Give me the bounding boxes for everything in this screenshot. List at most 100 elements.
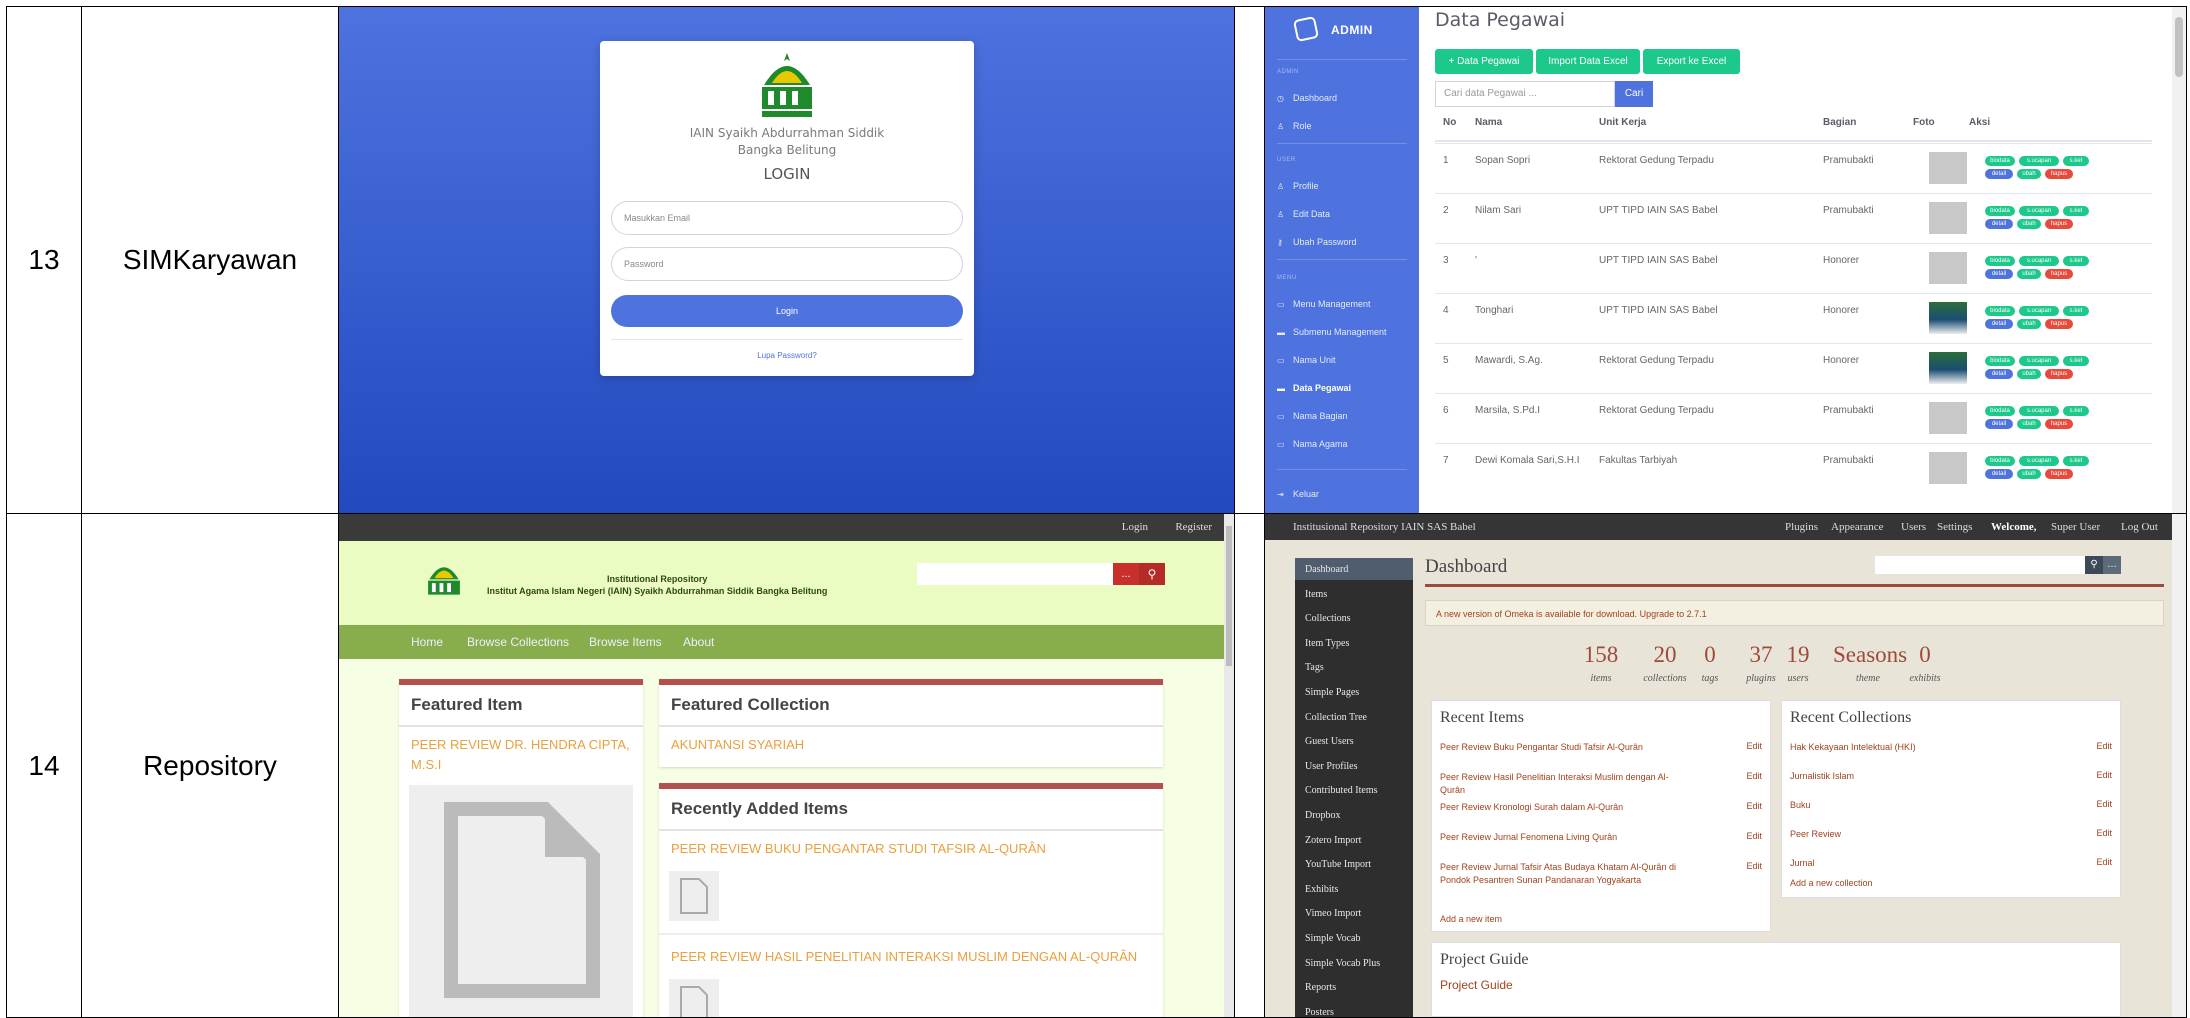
hapus-badge[interactable]: hapus <box>2045 219 2073 229</box>
stat[interactable]: 19 users <box>1783 642 1813 686</box>
sidebar-item-menu[interactable]: ▭ Menu Management <box>1277 299 1371 309</box>
project-guide-link[interactable]: Project Guide <box>1440 979 1513 992</box>
sidebar-item-edit[interactable]: ♙ Edit Data <box>1277 209 1330 219</box>
hapus-badge[interactable]: hapus <box>2045 169 2073 179</box>
ucapan-badge[interactable]: s.ucapan <box>2019 406 2059 416</box>
sidebar-item-unit[interactable]: ▭ Nama Unit <box>1277 355 1336 365</box>
sidebar-item[interactable]: Simple Vocab Plus <box>1305 958 1380 969</box>
search-icon[interactable]: ⚲ <box>1139 563 1165 585</box>
sidebar-item[interactable]: Items <box>1305 589 1327 600</box>
login-button[interactable]: Login <box>611 295 963 327</box>
detail-badge[interactable]: detail <box>1985 369 2013 379</box>
stat[interactable]: 0 tags <box>1695 642 1725 686</box>
register-link[interactable]: Register <box>1175 521 1212 533</box>
stat[interactable]: 20 collections <box>1635 642 1695 686</box>
stat[interactable]: Seasons theme <box>1833 642 1907 686</box>
sidebar-item[interactable]: Simple Pages <box>1305 687 1359 698</box>
biodata-badge[interactable]: biodata <box>1985 156 2015 166</box>
nav-items[interactable]: Browse Items <box>589 635 662 649</box>
edit-link[interactable]: Edit <box>2096 828 2112 838</box>
recent-item-link[interactable]: Peer Review Kronologi Surah dalam Al-Qur… <box>1440 801 1680 814</box>
nav-about[interactable]: About <box>683 635 714 649</box>
sidebar-item[interactable]: Tags <box>1305 662 1324 673</box>
edit-link[interactable]: Edit <box>2096 741 2112 751</box>
sidebar-item[interactable]: Exhibits <box>1305 884 1338 895</box>
biodata-badge[interactable]: biodata <box>1985 306 2015 316</box>
ubah-badge[interactable]: ubah <box>2017 169 2041 179</box>
nav-settings[interactable]: Settings <box>1937 521 1972 533</box>
nav-home[interactable]: Home <box>411 635 443 649</box>
sidebar-item[interactable]: Posters <box>1305 1007 1334 1017</box>
ucapan-badge[interactable]: s.ucapan <box>2019 456 2059 466</box>
sidebar-item-submenu[interactable]: ▬ Submenu Management <box>1277 327 1387 337</box>
edit-link[interactable]: Edit <box>1746 741 1762 751</box>
advanced-search-button[interactable]: ... <box>1113 563 1139 585</box>
export-excel-button[interactable]: Export ke Excel <box>1643 49 1740 74</box>
ket-badge[interactable]: s.ket <box>2063 306 2089 316</box>
sidebar-item[interactable]: Guest Users <box>1305 736 1354 747</box>
biodata-badge[interactable]: biodata <box>1985 206 2015 216</box>
ubah-badge[interactable]: ubah <box>2017 319 2041 329</box>
sidebar-item-role[interactable]: ♙ Role <box>1277 121 1312 131</box>
detail-badge[interactable]: detail <box>1985 269 2013 279</box>
edit-link[interactable]: Edit <box>1746 771 1762 781</box>
item-thumbnail[interactable] <box>409 785 633 1017</box>
ket-badge[interactable]: s.ket <box>2063 156 2089 166</box>
admin-brand[interactable]: ADMIN <box>1266 8 1420 53</box>
hapus-badge[interactable]: hapus <box>2045 419 2073 429</box>
ubah-badge[interactable]: ubah <box>2017 469 2041 479</box>
featured-collection-link[interactable]: AKUNTANSI SYARIAH <box>671 735 804 755</box>
recent-collection-link[interactable]: Jurnal <box>1790 857 1815 870</box>
recent-collection-link[interactable]: Peer Review <box>1790 828 1841 841</box>
user-link[interactable]: Super User <box>2051 521 2100 533</box>
sidebar-item-bagian[interactable]: ▭ Nama Bagian <box>1277 411 1348 421</box>
hapus-badge[interactable]: hapus <box>2045 469 2073 479</box>
recent-collection-link[interactable]: Jurnalistik Islam <box>1790 770 1854 783</box>
recent-item-link[interactable]: PEER REVIEW BUKU PENGANTAR STUDI TAFSIR … <box>671 839 1046 859</box>
sidebar-item[interactable]: Contributed Items <box>1305 785 1378 796</box>
featured-item-link[interactable]: PEER REVIEW DR. HENDRA CIPTA, M.S.I <box>411 735 635 775</box>
search-input[interactable] <box>917 563 1113 585</box>
sidebar-item[interactable]: Reports <box>1305 982 1336 993</box>
recent-item-link[interactable]: Peer Review Buku Pengantar Studi Tafsir … <box>1440 741 1680 754</box>
sidebar-item[interactable]: Dashboard <box>1305 564 1348 575</box>
sidebar-item-agama[interactable]: ▭ Nama Agama <box>1277 439 1348 449</box>
email-field[interactable]: Masukkan Email <box>611 201 963 235</box>
sidebar-item[interactable]: Vimeo Import <box>1305 908 1361 919</box>
upgrade-notice[interactable]: A new version of Omeka is available for … <box>1425 600 2164 626</box>
recent-item-link[interactable]: Peer Review Hasil Penelitian Interaksi M… <box>1440 771 1680 797</box>
sidebar-item[interactable]: YouTube Import <box>1305 859 1371 870</box>
recent-item-link[interactable]: Peer Review Jurnal Fenomena Living Qurân <box>1440 831 1680 844</box>
sidebar-item[interactable]: Collections <box>1305 613 1351 624</box>
edit-link[interactable]: Edit <box>2096 857 2112 867</box>
sidebar-item[interactable]: Zotero Import <box>1305 835 1361 846</box>
recent-collection-link[interactable]: Buku <box>1790 799 1811 812</box>
search-input[interactable]: Cari data Pegawai ... <box>1435 81 1615 107</box>
nav-plugins[interactable]: Plugins <box>1785 521 1818 533</box>
recent-collection-link[interactable]: Hak Kekayaan Intelektual (HKI) <box>1790 741 1916 754</box>
password-field[interactable]: Password <box>611 247 963 281</box>
sidebar-item-dashboard[interactable]: ◷ Dashboard <box>1277 93 1337 103</box>
nav-users[interactable]: Users <box>1901 521 1926 533</box>
stat[interactable]: 0 exhibits <box>1905 642 1945 686</box>
ket-badge[interactable]: s.ket <box>2063 406 2089 416</box>
biodata-badge[interactable]: biodata <box>1985 356 2015 366</box>
ucapan-badge[interactable]: s.ucapan <box>2019 356 2059 366</box>
biodata-badge[interactable]: biodata <box>1985 456 2015 466</box>
edit-link[interactable]: Edit <box>2096 799 2112 809</box>
stat[interactable]: 158 items <box>1581 642 1621 686</box>
ubah-badge[interactable]: ubah <box>2017 369 2041 379</box>
edit-link[interactable]: Edit <box>1746 861 1762 871</box>
detail-badge[interactable]: detail <box>1985 419 2013 429</box>
add-pegawai-button[interactable]: + Data Pegawai <box>1435 49 1533 74</box>
nav-appearance[interactable]: Appearance <box>1831 521 1884 533</box>
add-collection-link[interactable]: Add a new collection <box>1790 877 1873 890</box>
recent-item-link[interactable]: Peer Review Jurnal Tafsir Atas Budaya Kh… <box>1440 861 1680 887</box>
ket-badge[interactable]: s.ket <box>2063 456 2089 466</box>
ket-badge[interactable]: s.ket <box>2063 206 2089 216</box>
ket-badge[interactable]: s.ket <box>2063 356 2089 366</box>
sidebar-item-profile[interactable]: ♙ Profile <box>1277 181 1319 191</box>
detail-badge[interactable]: detail <box>1985 319 2013 329</box>
sidebar-item[interactable]: User Profiles <box>1305 761 1358 772</box>
ucapan-badge[interactable]: s.ucapan <box>2019 206 2059 216</box>
